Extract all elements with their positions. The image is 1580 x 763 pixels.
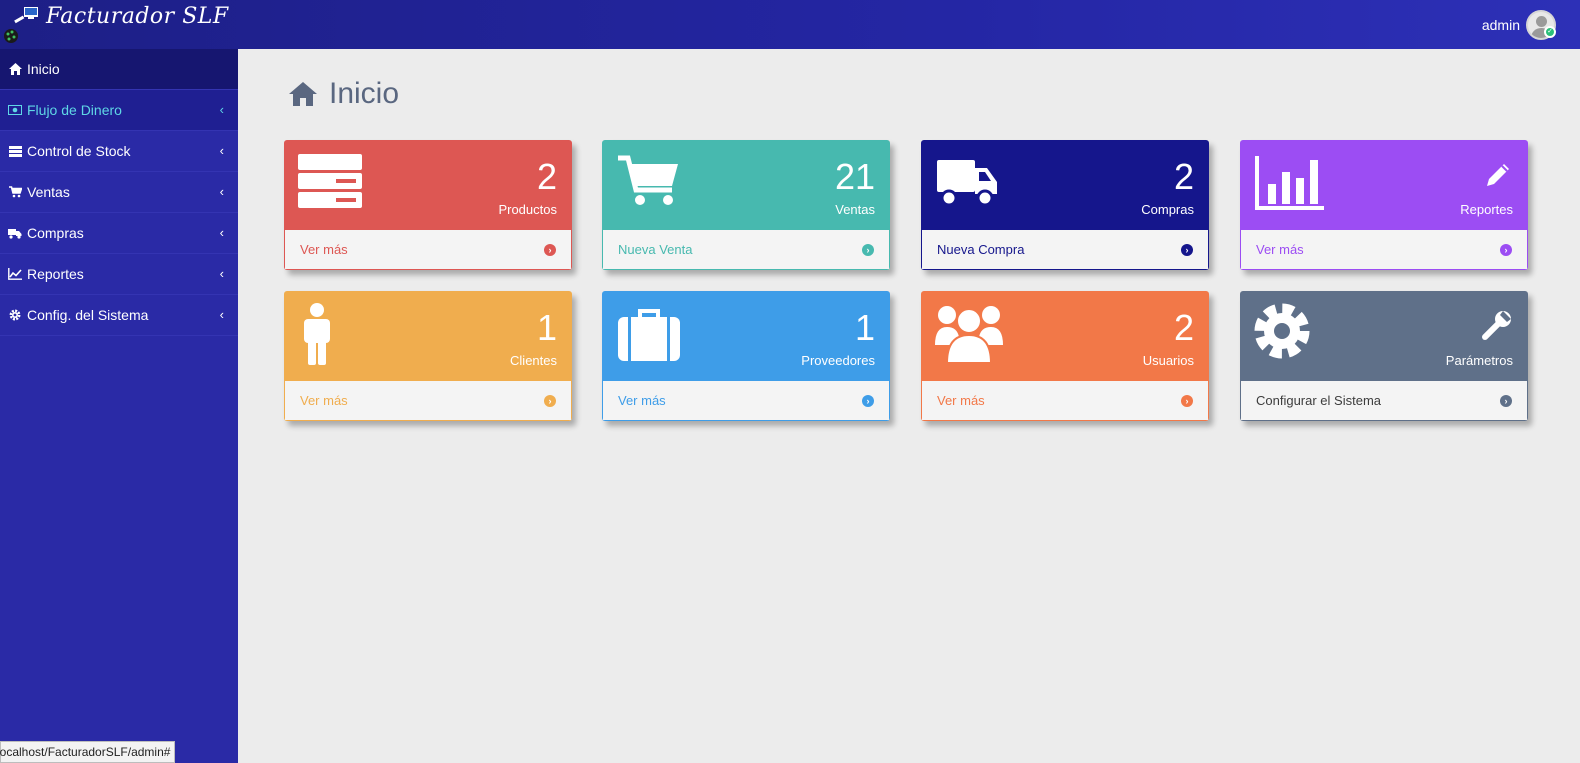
server-icon: [298, 154, 362, 208]
card-link[interactable]: Nueva Venta ›: [602, 230, 890, 270]
sidebar-item-label: Config. del Sistema: [27, 307, 149, 323]
card-link[interactable]: Ver más ›: [284, 230, 572, 270]
sidebar-item-config-del-sistema[interactable]: Config. del Sistema ‹: [0, 295, 238, 336]
card-count: 2: [536, 156, 557, 197]
suitcase-icon: [618, 309, 680, 361]
sidebar-item-label: Compras: [27, 225, 84, 241]
chevron-left-icon: ‹: [219, 266, 224, 281]
card-label: Reportes: [1460, 202, 1513, 217]
arrow-circle-right-icon: ›: [1181, 244, 1193, 256]
male-icon: [304, 303, 330, 365]
card-header: 2 Productos: [284, 140, 572, 230]
chevron-left-icon: ‹: [219, 184, 224, 199]
bar-chart-icon: [1255, 156, 1324, 210]
card-usuarios[interactable]: 2 Usuarios Ver más ›: [921, 291, 1209, 421]
card-count: 21: [834, 156, 875, 197]
card-label: Clientes: [510, 353, 557, 368]
card-count: 1: [536, 307, 557, 348]
home-icon: [289, 82, 317, 106]
card-ventas[interactable]: 21 Ventas Nueva Venta ›: [602, 140, 890, 270]
chevron-left-icon: ‹: [219, 307, 224, 322]
sidebar-item-ventas[interactable]: Ventas ‹: [0, 172, 238, 213]
arrow-circle-right-icon: ›: [1181, 395, 1193, 407]
card-link[interactable]: Ver más ›: [284, 381, 572, 421]
users-icon: [935, 306, 1003, 363]
arrow-circle-right-icon: ›: [862, 395, 874, 407]
page-title-text: Inicio: [329, 77, 400, 110]
chevron-left-icon: ‹: [219, 143, 224, 158]
gear-icon: [1254, 303, 1310, 359]
card-count: 2: [1173, 307, 1194, 348]
card-header: Parámetros: [1240, 291, 1528, 381]
sidebar: Inicio Flujo de Dinero ‹ Control de Stoc…: [0, 49, 238, 763]
cart-icon: [618, 155, 678, 205]
pencil-icon: [1487, 164, 1509, 186]
card-label: Compras: [1141, 202, 1194, 217]
card-header: 1 Clientes: [284, 291, 572, 381]
card-count: 2: [1173, 156, 1194, 197]
card-header: 2 Usuarios: [921, 291, 1209, 381]
card-count: 1: [854, 307, 875, 348]
card-label: Productos: [498, 202, 557, 217]
top-navbar: Facturador SLF admin ✓: [0, 0, 1580, 49]
card-header: Reportes: [1240, 140, 1528, 230]
card-parametros[interactable]: Parámetros Configurar el Sistema ›: [1240, 291, 1528, 421]
card-link[interactable]: Ver más ›: [602, 381, 890, 421]
card-compras[interactable]: 2 Compras Nueva Compra ›: [921, 140, 1209, 270]
online-check-icon: ✓: [1544, 26, 1556, 38]
user-name: admin: [1481, 16, 1520, 33]
page-title: Inicio: [289, 74, 399, 114]
card-link[interactable]: Ver más ›: [1240, 230, 1528, 270]
card-link[interactable]: Nueva Compra ›: [921, 230, 1209, 270]
home-icon: [8, 62, 22, 76]
truck-icon: [937, 160, 997, 207]
sidebar-item-label: Inicio: [27, 61, 60, 77]
user-menu[interactable]: admin: [1482, 0, 1556, 49]
card-label: Proveedores: [801, 353, 875, 368]
card-header: 2 Compras: [921, 140, 1209, 230]
sidebar-item-label: Reportes: [27, 266, 84, 282]
arrow-circle-right-icon: ›: [544, 395, 556, 407]
truck-icon: [8, 226, 22, 240]
status-bar-url: localhost/FacturadorSLF/admin#: [0, 741, 176, 763]
sidebar-item-control-de-stock[interactable]: Control de Stock ‹: [0, 131, 238, 172]
sidebar-item-inicio[interactable]: Inicio: [0, 49, 238, 90]
card-link[interactable]: Ver más ›: [921, 381, 1209, 421]
card-label: Parámetros: [1445, 353, 1513, 368]
money-icon: [8, 103, 22, 117]
card-reportes[interactable]: Reportes Ver más ›: [1240, 140, 1528, 270]
card-header: 1 Proveedores: [602, 291, 890, 381]
wrench-icon: [1482, 311, 1511, 340]
card-productos[interactable]: 2 Productos Ver más ›: [284, 140, 572, 270]
arrow-circle-right-icon: ›: [862, 244, 874, 256]
server-icon: [8, 144, 22, 158]
sidebar-item-label: Control de Stock: [27, 143, 131, 159]
arrow-circle-right-icon: ›: [1500, 244, 1512, 256]
card-clientes[interactable]: 1 Clientes Ver más ›: [284, 291, 572, 421]
card-label: Usuarios: [1142, 353, 1194, 368]
chevron-left-icon: ‹: [219, 225, 224, 240]
gear-icon: [8, 308, 22, 322]
sidebar-item-compras[interactable]: Compras ‹: [0, 213, 238, 254]
sidebar-item-label: Ventas: [27, 184, 70, 200]
card-link[interactable]: Configurar el Sistema ›: [1240, 381, 1528, 421]
sidebar-item-reportes[interactable]: Reportes ‹: [0, 254, 238, 295]
sidebar-item-flujo-de-dinero[interactable]: Flujo de Dinero ‹: [0, 90, 238, 131]
app-title: Facturador SLF: [46, 4, 229, 29]
app-logo-icon: [4, 7, 38, 43]
sidebar-item-label: Flujo de Dinero: [27, 102, 122, 118]
arrow-circle-right-icon: ›: [1500, 395, 1512, 407]
chevron-left-icon: ‹: [219, 102, 224, 117]
card-header: 21 Ventas: [602, 140, 890, 230]
cart-icon: [8, 185, 22, 199]
brand[interactable]: Facturador SLF: [0, 0, 238, 49]
card-label: Ventas: [835, 202, 875, 217]
line-chart-icon: [8, 267, 22, 281]
card-proveedores[interactable]: 1 Proveedores Ver más ›: [602, 291, 890, 421]
arrow-circle-right-icon: ›: [544, 244, 556, 256]
